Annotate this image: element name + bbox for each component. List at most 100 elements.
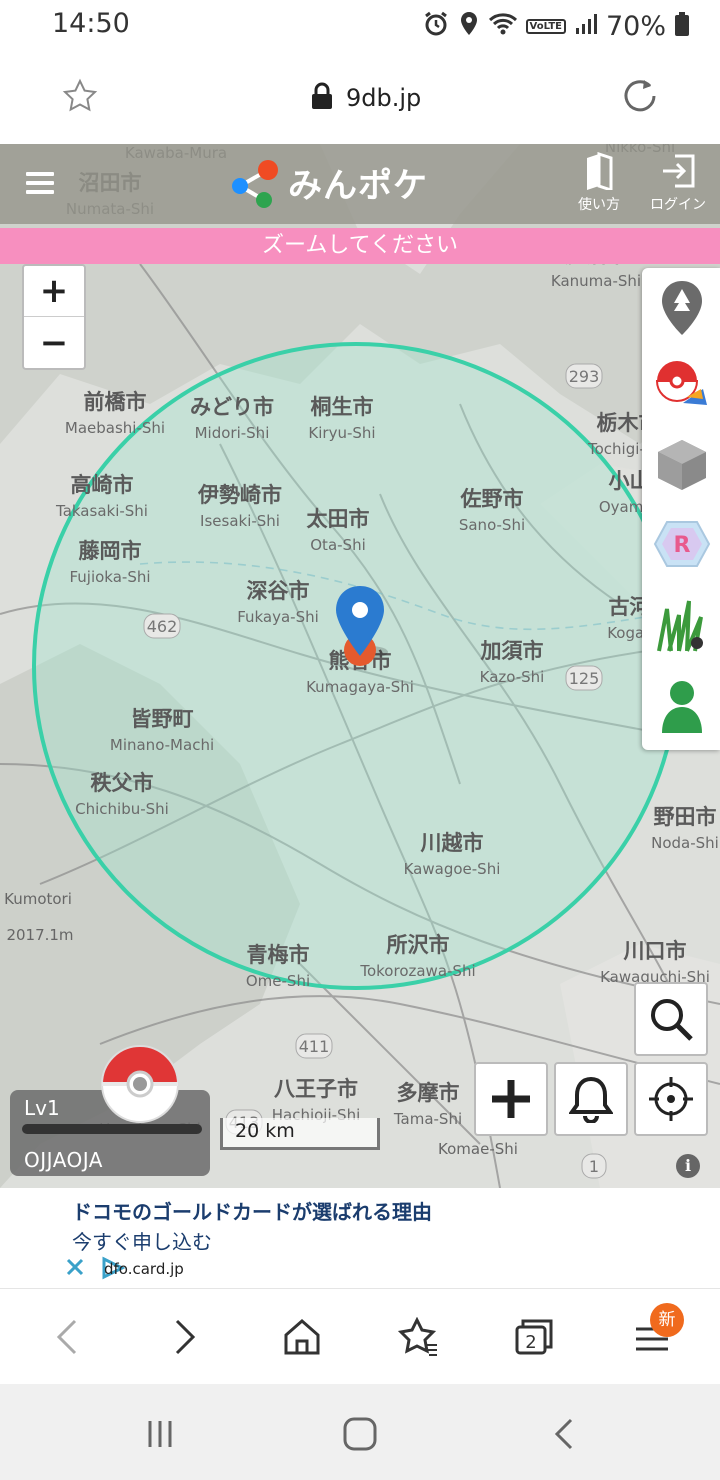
rocket-icon[interactable]: R (652, 514, 712, 574)
browser-bottom-nav: 2 新 (0, 1288, 720, 1384)
reload-icon[interactable] (620, 76, 660, 120)
map-city-label: 野田市 (654, 805, 717, 829)
back-icon[interactable] (46, 1315, 90, 1359)
map-misc-label: Komae-Shi (438, 1140, 518, 1158)
info-icon[interactable]: i (676, 1154, 700, 1178)
map-city-label: 桐生市 (311, 395, 374, 419)
zoom-out-button[interactable]: − (24, 317, 84, 368)
map-scale: 20 km (220, 1118, 380, 1150)
url-field[interactable]: 9db.jp (310, 82, 421, 114)
map-city-label: 秩父市 (91, 771, 154, 795)
map-city-label: 加須市 (480, 639, 544, 663)
site-logo[interactable]: みんポケ (226, 154, 428, 210)
signal-icon (574, 12, 598, 40)
locate-icon (649, 1077, 693, 1121)
map-city-label: 多摩市 (397, 1081, 460, 1105)
ad-title[interactable]: ドコモのゴールドカードが選ばれる理由 (72, 1196, 432, 1225)
status-time: 14:50 (52, 8, 130, 39)
home-icon[interactable] (280, 1315, 324, 1359)
route-293: 293 (569, 367, 600, 386)
new-badge: 新 (650, 1303, 684, 1337)
route-411: 411 (299, 1037, 330, 1056)
grass-pokemon-icon[interactable] (652, 594, 712, 654)
login-icon (663, 154, 695, 188)
add-button[interactable] (474, 1062, 548, 1136)
map-city-label: 川口市 (623, 939, 687, 963)
scale-label: 20 km (235, 1120, 295, 1142)
locate-button[interactable] (634, 1062, 708, 1136)
user-icon[interactable] (652, 676, 712, 736)
map-misc-label: Kumotori (4, 890, 72, 908)
map-city-label-en: Ota-Shi (310, 536, 366, 554)
map-city-label: 伊勢崎市 (197, 483, 282, 507)
map-city-label-en: Maebashi-Shi (65, 419, 165, 437)
help-book-icon (587, 152, 613, 190)
logo-text: みんポケ (288, 165, 428, 206)
ad-banner[interactable]: ドコモのゴールドカードが選ばれる理由 今すぐ申し込む dfo.card.jp (0, 1188, 720, 1288)
notification-button[interactable] (554, 1062, 628, 1136)
bookmark-star-icon[interactable] (62, 78, 98, 118)
route-125: 125 (569, 669, 600, 688)
logo-share-icon (232, 160, 278, 208)
search-icon (651, 999, 693, 1041)
map-city-label: 佐野市 (460, 487, 524, 511)
map-city-label: 所沢市 (387, 933, 450, 957)
wifi-icon (488, 11, 518, 41)
map-misc-label: 2017.1m (6, 926, 73, 944)
volte-icon: VoLTE (525, 18, 566, 34)
map-city-label-en: Takasaki-Shi (55, 502, 148, 520)
hamburger-menu-icon[interactable] (26, 172, 54, 194)
map-city-label: みどり市 (190, 395, 274, 419)
box-icon[interactable] (652, 434, 712, 494)
map-city-label: 太田市 (307, 507, 370, 531)
route-1: 1 (589, 1157, 599, 1176)
home-button-icon[interactable] (340, 1414, 380, 1454)
map-city-label-en: Noda-Shi (651, 834, 719, 852)
player-xp-bar (22, 1124, 202, 1134)
bookmarks-icon[interactable] (396, 1315, 440, 1359)
battery-percent: 70% (605, 10, 666, 42)
map-filter-panel: R (642, 268, 720, 750)
tabs-count: 2 (525, 1332, 536, 1353)
ad-cta[interactable]: 今すぐ申し込む (72, 1226, 212, 1255)
map-city-label-en: Kazo-Shi (480, 668, 545, 686)
map-city-label-en: Kawagoe-Shi (404, 860, 501, 878)
battery-icon (674, 11, 690, 41)
map-city-label-en: Midori-Shi (195, 424, 270, 442)
map-city-label-en: Fujioka-Shi (69, 568, 150, 586)
back-button-icon[interactable] (544, 1414, 584, 1454)
map-city-label-en: Sano-Shi (459, 516, 525, 534)
map-city-label: 川越市 (420, 831, 484, 855)
map-city-label: 八王子市 (274, 1077, 358, 1101)
player-name: OJJAOJA (24, 1148, 103, 1172)
help-button[interactable]: 使い方 (578, 152, 620, 214)
bell-icon (569, 1076, 613, 1123)
pokestop-gym-icon[interactable] (652, 356, 712, 416)
browser-url-bar: 9db.jp (0, 54, 720, 144)
map-city-label-en: Kiryu-Shi (308, 424, 375, 442)
map-view[interactable]: 293 462 125 411 413 1 沼田市Numata-Shi前橋市Ma… (0, 144, 720, 1188)
pokeball-icon[interactable] (100, 1044, 180, 1124)
recents-icon[interactable] (140, 1414, 180, 1454)
map-canvas: 293 462 125 411 413 1 沼田市Numata-Shi前橋市Ma… (0, 144, 720, 1188)
map-city-label-en: Kanuma-Shi (551, 272, 641, 290)
login-label: ログイン (650, 197, 706, 213)
map-city-label: 皆野町 (131, 707, 194, 731)
map-city-label: 藤岡市 (78, 539, 142, 563)
forward-icon[interactable] (162, 1315, 206, 1359)
map-city-label-en: Chichibu-Shi (75, 800, 169, 818)
ad-domain: dfo.card.jp (104, 1260, 184, 1278)
search-button[interactable] (634, 982, 708, 1056)
tabs-icon[interactable]: 2 (512, 1315, 556, 1359)
zoom-in-button[interactable]: + (24, 266, 84, 317)
poi-marker-icon[interactable] (652, 278, 712, 338)
map-city-label: 青梅市 (247, 943, 310, 967)
player-level: Lv1 (24, 1096, 60, 1120)
url-text: 9db.jp (346, 84, 422, 112)
system-nav-bar (0, 1384, 720, 1480)
zoom-banner: ズームしてください (0, 228, 720, 264)
help-label: 使い方 (578, 197, 620, 213)
map-city-label-en: Kumagaya-Shi (306, 678, 414, 696)
login-button[interactable]: ログイン (650, 152, 706, 214)
map-city-label: 深谷市 (247, 579, 310, 603)
